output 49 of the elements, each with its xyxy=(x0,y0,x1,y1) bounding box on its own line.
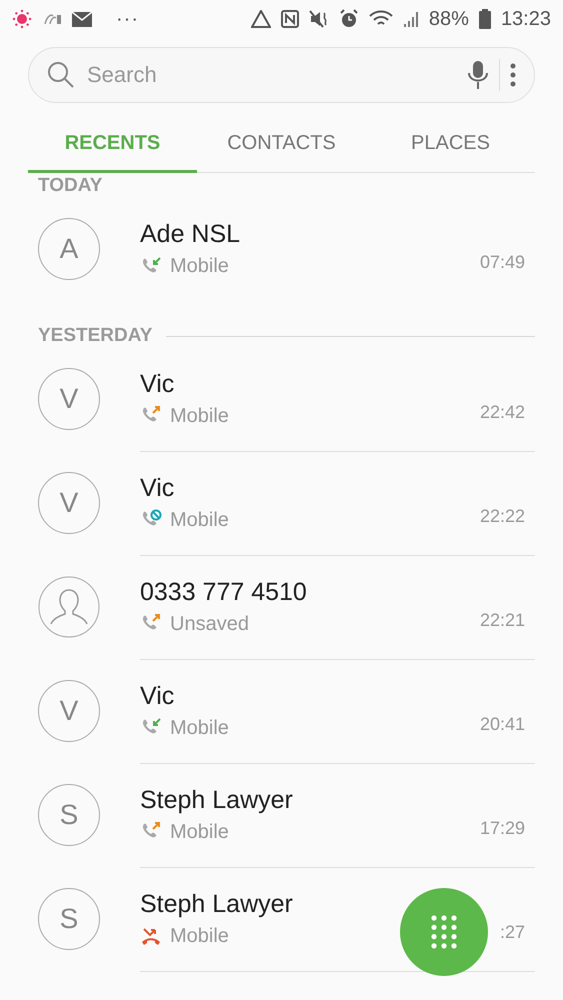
search-bar[interactable]: Search xyxy=(28,47,535,103)
nfc-icon xyxy=(280,10,299,28)
contact-name: Ade NSL xyxy=(140,220,242,249)
section-header: TODAY xyxy=(38,175,102,197)
contact-name: Vic xyxy=(140,370,176,398)
sun-icon xyxy=(12,9,32,29)
contact-avatar: A xyxy=(38,218,100,280)
search-icon xyxy=(47,61,75,89)
dialpad-icon xyxy=(431,915,457,949)
number-type: Mobile xyxy=(170,924,229,948)
call-time: :27 xyxy=(500,922,525,942)
person-silhouette-icon xyxy=(38,576,100,638)
more-options-icon xyxy=(510,63,516,87)
call-time: 17:29 xyxy=(480,818,525,838)
mail-icon xyxy=(72,12,92,26)
number-type: Mobile xyxy=(170,508,229,532)
contact-avatar: S xyxy=(38,888,100,950)
call-time: 22:22 xyxy=(480,506,525,526)
tab[interactable]: PLACES xyxy=(366,117,535,173)
contact-name: Vic xyxy=(140,682,176,710)
contact-avatar: V xyxy=(38,680,100,742)
signal-icon xyxy=(402,10,419,28)
number-type: Mobile xyxy=(170,820,229,844)
contact-name: Steph Lawyer xyxy=(140,786,294,814)
contact-name: Vic xyxy=(140,474,176,502)
number-type: Mobile xyxy=(170,404,229,428)
mute-vibrate-icon xyxy=(308,10,329,28)
number-type: Unsaved xyxy=(170,612,249,636)
call-time: 22:42 xyxy=(480,402,525,422)
contact-name: 0333 777 4510 xyxy=(140,578,308,606)
section-header: YESTERDAY xyxy=(38,325,152,347)
number-type: Mobile xyxy=(170,255,229,278)
battery-percentage: 88% xyxy=(428,8,469,30)
contact-avatar: S xyxy=(38,784,100,846)
contact-avatar: V xyxy=(38,472,100,534)
more-notifications-icon: ··· xyxy=(116,8,139,30)
search-field[interactable]: Search xyxy=(85,61,457,89)
tab[interactable]: RECENTS xyxy=(28,117,197,173)
microphone-icon xyxy=(467,60,489,90)
clock: 13:23 xyxy=(500,8,551,30)
call-time: 22:21 xyxy=(480,610,525,630)
number-type: Mobile xyxy=(170,716,229,740)
alarm-icon xyxy=(338,9,359,29)
battery-icon xyxy=(478,9,491,29)
call-time: 07:49 xyxy=(480,252,525,273)
contact-avatar: V xyxy=(38,368,100,430)
call-time: 20:41 xyxy=(480,714,525,734)
tab[interactable]: CONTACTS xyxy=(197,117,366,173)
contact-name: Steph Lawyer xyxy=(140,890,294,918)
